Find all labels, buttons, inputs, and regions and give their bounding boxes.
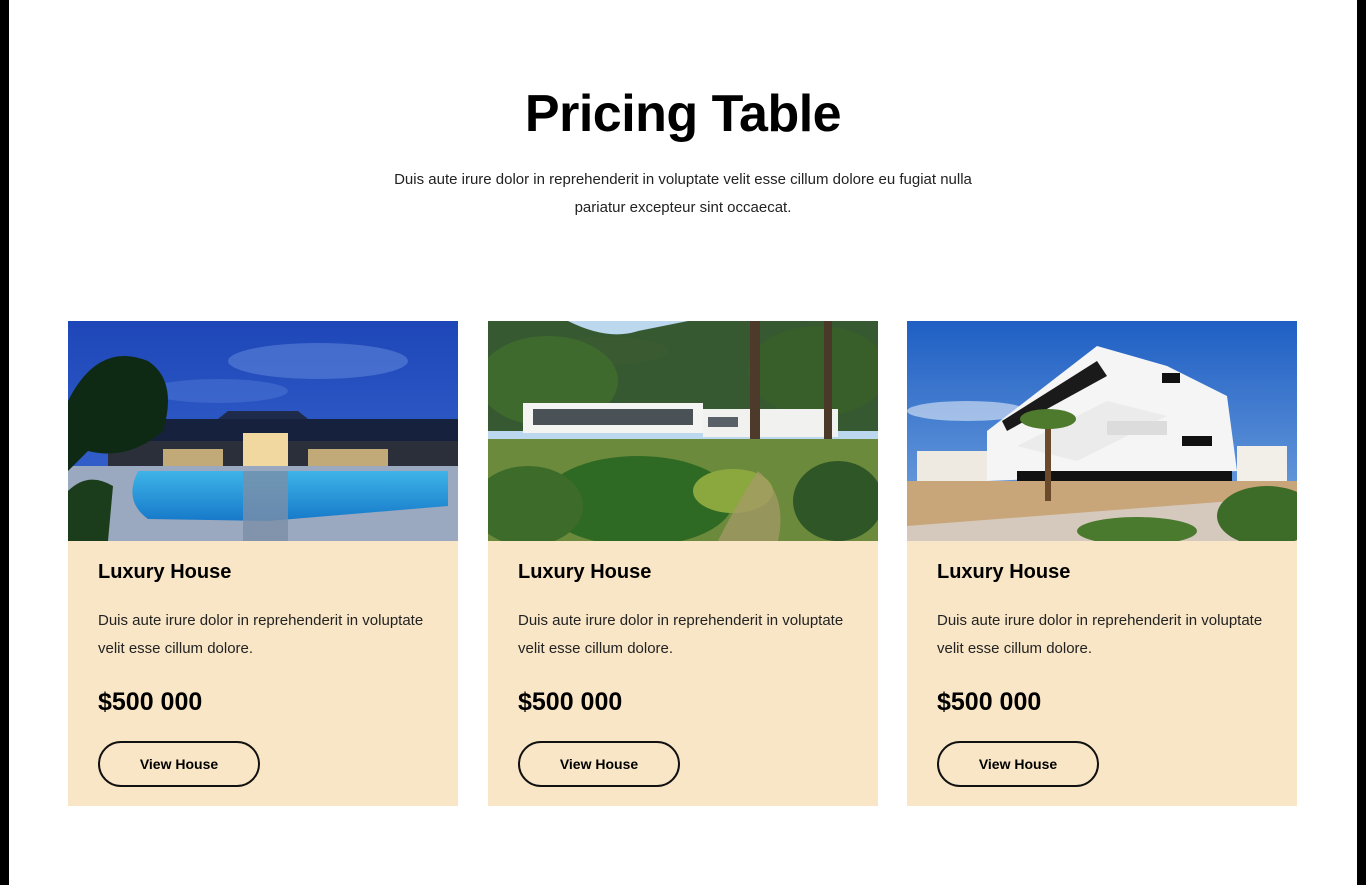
- pricing-card: Luxury House Duis aute irure dolor in re…: [68, 321, 458, 806]
- white-apartment-building-image: [907, 321, 1297, 541]
- view-house-button[interactable]: View House: [937, 741, 1099, 787]
- view-house-button[interactable]: View House: [518, 741, 680, 787]
- page-title: Pricing Table: [524, 85, 842, 143]
- card-price: $500 000: [98, 688, 203, 716]
- card-title: Luxury House: [98, 561, 232, 583]
- card-description: Duis aute irure dolor in reprehenderit i…: [518, 612, 844, 657]
- card-title: Luxury House: [518, 561, 652, 583]
- card-description: Duis aute irure dolor in reprehenderit i…: [937, 612, 1263, 657]
- page-subtitle: Duis aute irure dolor in reprehenderit i…: [394, 171, 972, 216]
- luxury-house-pool-night-image: [68, 321, 458, 541]
- pricing-card: Luxury House Duis aute irure dolor in re…: [488, 321, 878, 806]
- pricing-section: Pricing Table Duis aute irure dolor in r…: [9, 0, 1357, 885]
- card-price: $500 000: [937, 688, 1042, 716]
- pricing-card: Luxury House Duis aute irure dolor in re…: [907, 321, 1297, 806]
- card-price: $500 000: [518, 688, 623, 716]
- card-title: Luxury House: [937, 561, 1071, 583]
- modern-house-garden-image: [488, 321, 878, 541]
- card-description: Duis aute irure dolor in reprehenderit i…: [98, 612, 424, 657]
- view-house-button[interactable]: View House: [98, 741, 260, 787]
